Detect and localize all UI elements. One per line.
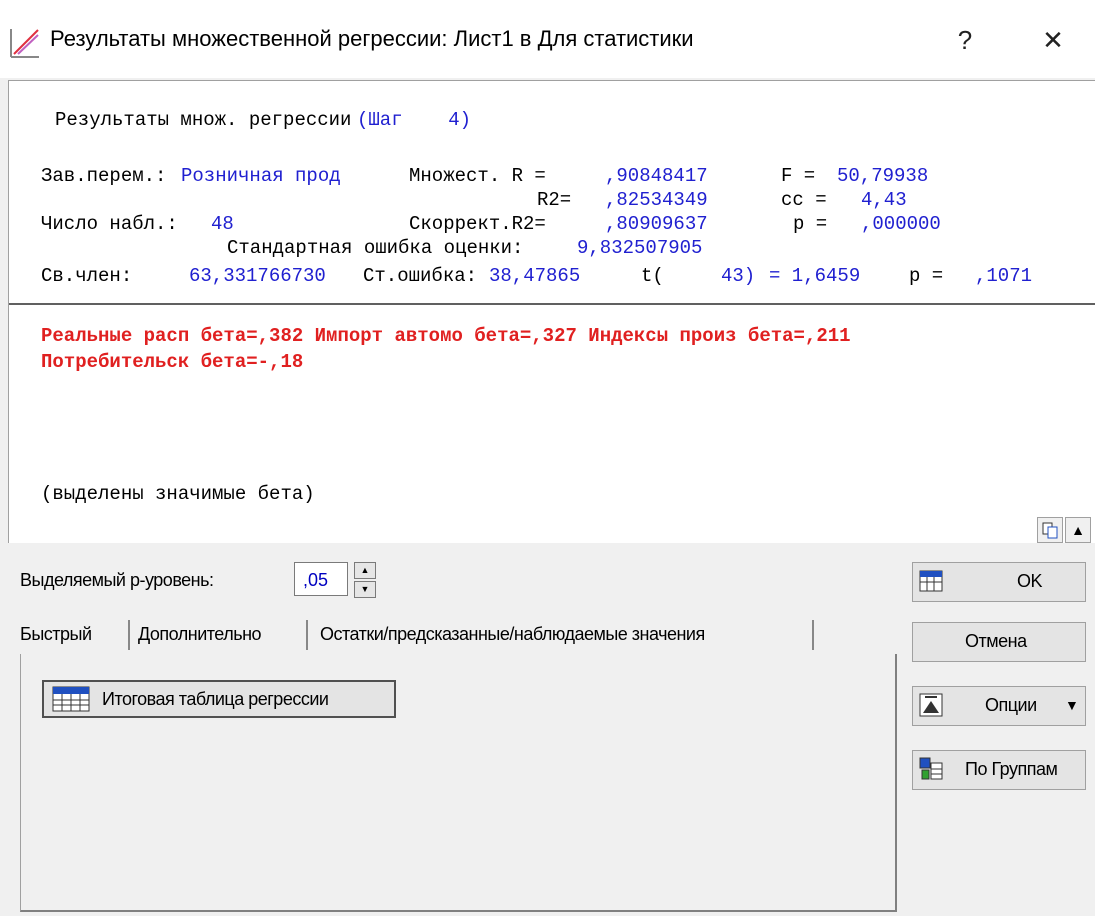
- copy-icon[interactable]: [1037, 517, 1063, 543]
- r2-label: R2=: [537, 189, 572, 211]
- betas-line-1: Реальные расп бета=,382 Импорт автомо бе…: [41, 325, 851, 347]
- by-groups-label: По Группам: [965, 759, 1058, 779]
- spin-up-icon[interactable]: ▲: [354, 562, 376, 579]
- results-header: Результаты множ. регрессии: [55, 109, 352, 131]
- tab-divider: [812, 620, 814, 650]
- spin-down-icon[interactable]: ▼: [354, 581, 376, 598]
- t-label: t(: [641, 265, 664, 287]
- dep-var-label: Зав.перем.:: [41, 165, 167, 187]
- betas-line-2: Потребительск бета=-,18: [41, 351, 304, 373]
- multiple-r-value: ,90848417: [605, 165, 708, 187]
- cancel-label: Отмена: [965, 631, 1027, 651]
- p-level-label: Выделяемый р-уровень:: [20, 570, 214, 590]
- cancel-button[interactable]: Отмена: [912, 622, 1086, 662]
- ok-button[interactable]: OK: [912, 562, 1086, 602]
- significant-note: (выделены значимые бета): [41, 483, 315, 505]
- p-level-spinner[interactable]: ▲ ▼: [354, 562, 376, 598]
- chart-line-icon: [8, 26, 42, 60]
- p-label: p =: [793, 213, 828, 235]
- summary-table-label: Итоговая таблица регрессии: [102, 689, 329, 709]
- intercept-p-label: p =: [909, 265, 944, 287]
- df-value: 4,43: [861, 189, 907, 211]
- options-label: Опции: [985, 695, 1037, 715]
- tab-advanced[interactable]: Дополнительно: [138, 616, 262, 656]
- help-button[interactable]: ?: [940, 18, 990, 62]
- results-separator: [9, 303, 1095, 305]
- groups-icon: [919, 757, 943, 781]
- dep-var-value: Розничная прод: [181, 165, 341, 187]
- t-value: = 1,6459: [769, 265, 861, 287]
- f-value: 50,79938: [837, 165, 929, 187]
- std-err-est-value: 9,832507905: [577, 237, 703, 259]
- window-title: Результаты множественной регрессии: Лист…: [50, 26, 694, 51]
- intercept-value: 63,331766730: [189, 265, 326, 287]
- p-level-input[interactable]: ,05: [294, 562, 348, 596]
- std-err-est-label: Стандартная ошибка оценки:: [227, 237, 524, 259]
- expand-icon[interactable]: ▲: [1065, 517, 1091, 543]
- options-icon: [919, 693, 943, 717]
- se-value: 38,47865: [489, 265, 581, 287]
- r2-value: ,82534349: [605, 189, 708, 211]
- n-value: 48: [211, 213, 234, 235]
- title-bar: Результаты множественной регрессии: Лист…: [0, 0, 1095, 78]
- results-output-panel: Результаты множ. регрессии (Шаг 4) Зав.п…: [8, 80, 1095, 543]
- tab-quick[interactable]: Быстрый: [20, 616, 92, 656]
- table-icon: [52, 686, 90, 712]
- close-button[interactable]: ✕: [1028, 18, 1078, 62]
- intercept-p-value: ,1071: [975, 265, 1033, 287]
- options-button[interactable]: Опции ▼: [912, 686, 1086, 726]
- intercept-label: Св.член:: [41, 265, 133, 287]
- chevron-down-icon: ▼: [1065, 697, 1079, 713]
- n-label: Число набл.:: [41, 213, 178, 235]
- table-icon: [919, 569, 943, 593]
- ok-label: OK: [1017, 571, 1043, 591]
- results-step: (Шаг 4): [357, 109, 472, 131]
- tab-divider: [128, 620, 130, 650]
- se-label: Ст.ошибка:: [363, 265, 478, 287]
- df-label: сс =: [781, 189, 827, 211]
- multiple-r-label: Множест. R =: [409, 165, 546, 187]
- adj-r2-value: ,80909637: [605, 213, 708, 235]
- by-groups-button[interactable]: По Группам: [912, 750, 1086, 790]
- tab-residuals[interactable]: Остатки/предсказанные/наблюдаемые значен…: [320, 616, 705, 656]
- summary-table-button[interactable]: Итоговая таблица регрессии: [42, 680, 396, 718]
- regression-results-dialog: Результаты множественной регрессии: Лист…: [0, 0, 1095, 916]
- tab-divider: [306, 620, 308, 650]
- t-df: 43): [721, 265, 756, 287]
- adj-r2-label: Скоррект.R2=: [409, 213, 546, 235]
- p-value: ,000000: [861, 213, 941, 235]
- f-label: F =: [781, 165, 816, 187]
